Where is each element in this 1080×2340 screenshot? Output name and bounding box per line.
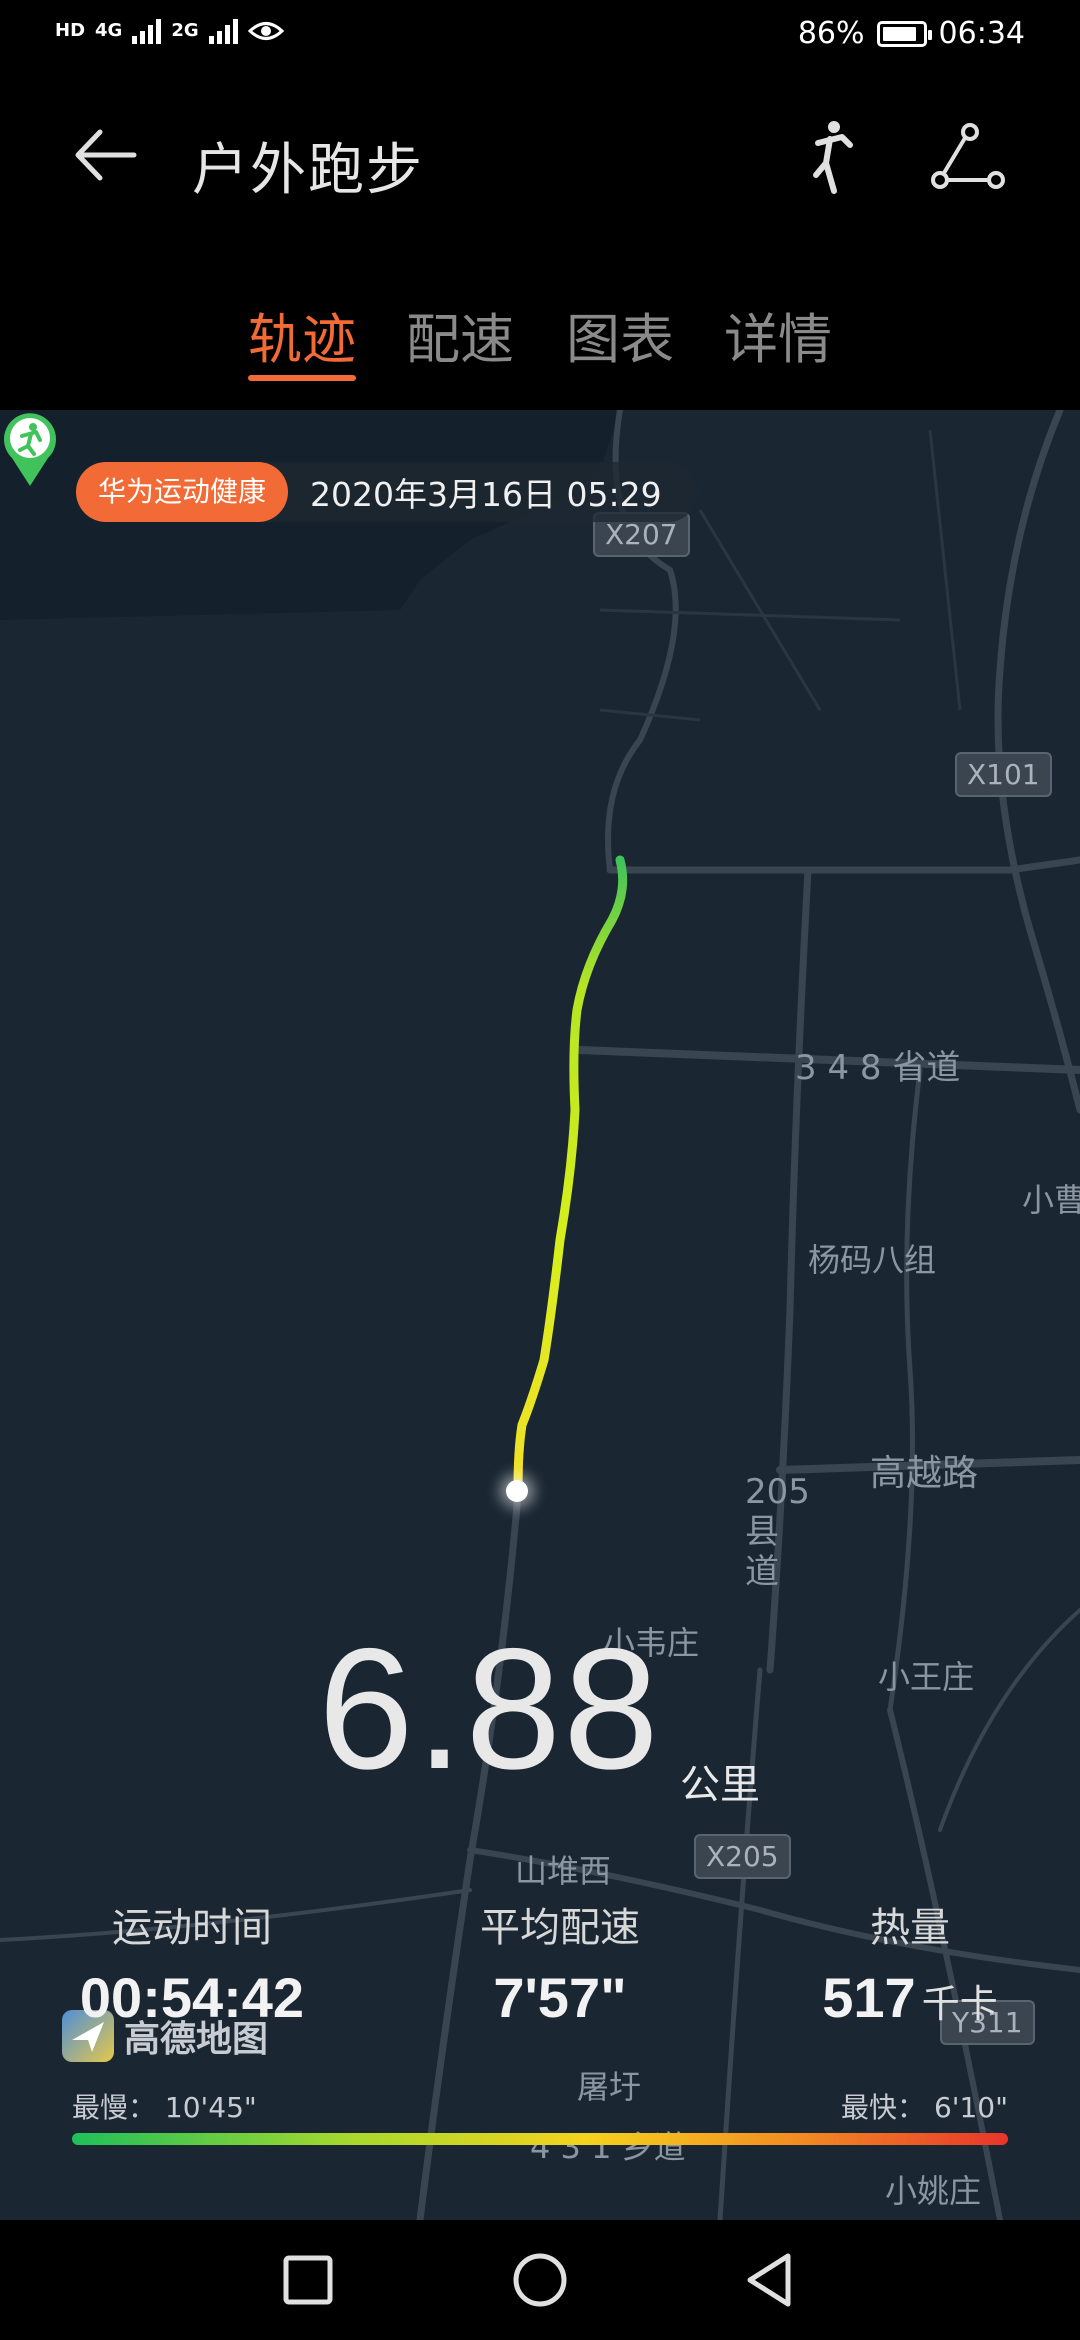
duration-value: 00:54:42: [79, 1966, 305, 2029]
slowest-pace: 最慢： 10'45": [72, 2086, 257, 2126]
avg-pace-value: 7'57": [493, 1966, 627, 2029]
slowest-label: 最慢：: [72, 2091, 157, 2124]
app-bar: 户外跑步: [0, 75, 1080, 245]
signal-1-icon: [132, 18, 162, 44]
back-button[interactable]: [70, 120, 140, 190]
map-label-road-348: 3 4 8 省道: [795, 1048, 961, 1088]
map-view[interactable]: X207 X101 X205 Y311 3 4 8 省道 杨码八组 小曹 高越路…: [0, 410, 1080, 2220]
record-date: 2020年3月16日 05:29: [310, 475, 662, 514]
slowest-value: 10'45": [164, 2091, 257, 2124]
status-right: 86% 06:34: [798, 16, 1025, 51]
calories-unit: 千卡: [921, 1984, 998, 2026]
tab-bar: 轨迹 配速 图表 详情: [0, 245, 1080, 410]
signal-1-type: 4G: [95, 20, 123, 41]
fastest-value: 6'10": [933, 2091, 1008, 2124]
map-label-xiaoyao: 小姚庄: [885, 2172, 982, 2210]
fastest-pace: 最快： 6'10": [841, 2086, 1008, 2126]
back-arrow-icon: [75, 129, 137, 181]
battery-icon: [876, 20, 932, 47]
page-title: 户外跑步: [192, 138, 424, 203]
map-label-shandui: 山堆西: [515, 1852, 612, 1890]
map-label-county-205: 205县道: [745, 1472, 810, 1592]
tab-details[interactable]: 详情: [724, 295, 832, 374]
fastest-label: 最快：: [841, 2091, 926, 2124]
clock: 06:34: [938, 16, 1025, 51]
recents-square-icon[interactable]: [276, 2248, 340, 2312]
tab-charts[interactable]: 图表: [566, 295, 674, 374]
runner-icon: [813, 121, 853, 194]
system-nav-bar: [0, 2220, 1080, 2340]
route-button[interactable]: [930, 120, 1010, 200]
calories-label: 热量: [870, 1905, 950, 1951]
pace-gradient-bar: [72, 2133, 1008, 2145]
distance-unit: 公里: [680, 1762, 760, 1808]
status-left: HD 4G 2G: [55, 18, 284, 44]
home-circle-icon[interactable]: [508, 2248, 572, 2312]
tab-active-indicator: [248, 375, 356, 381]
record-source-pill: 华为运动健康 2020年3月16日 05:29: [76, 462, 698, 522]
calories-value: 517: [822, 1966, 916, 2029]
calories-stat: 热量 517 千卡: [780, 1895, 1040, 2030]
road-shield-x205: X205: [694, 1834, 791, 1879]
start-marker-icon: [4, 413, 57, 486]
map-label-yangma: 杨码八组: [808, 1241, 937, 1279]
map-label-road-431: 4 3 1 乡道: [530, 2128, 686, 2166]
eye-icon: [247, 22, 284, 40]
map-label-gaoyue: 高越路: [870, 1453, 979, 1494]
road-shield-x101: X101: [955, 752, 1052, 797]
distance-value: 6.88: [318, 1613, 661, 1805]
avg-pace-label: 平均配速: [480, 1905, 640, 1951]
tab-pace[interactable]: 配速: [406, 295, 514, 374]
route-icon: [931, 123, 1005, 189]
hd-indicator: HD: [55, 20, 86, 41]
duration-stat: 运动时间 00:54:42: [52, 1895, 332, 2030]
map-label-xiaowang: 小王庄: [878, 1658, 975, 1696]
battery-percent: 86%: [797, 16, 865, 51]
avg-pace-stat: 平均配速 7'57": [420, 1895, 700, 2030]
runner-button[interactable]: [790, 115, 870, 195]
tab-track[interactable]: 轨迹: [248, 295, 356, 374]
signal-2-type: 2G: [171, 20, 199, 41]
end-marker: [506, 1480, 528, 1502]
source-badge: 华为运动健康: [76, 462, 289, 522]
duration-label: 运动时间: [112, 1905, 272, 1951]
signal-2-icon: [208, 18, 238, 44]
map-label-xiaocao: 小曹: [1022, 1181, 1080, 1219]
status-bar: HD 4G 2G 86% 06:34: [0, 0, 1080, 75]
map-label-tuyu: 屠圩: [577, 2068, 642, 2106]
back-triangle-icon[interactable]: [738, 2248, 802, 2312]
